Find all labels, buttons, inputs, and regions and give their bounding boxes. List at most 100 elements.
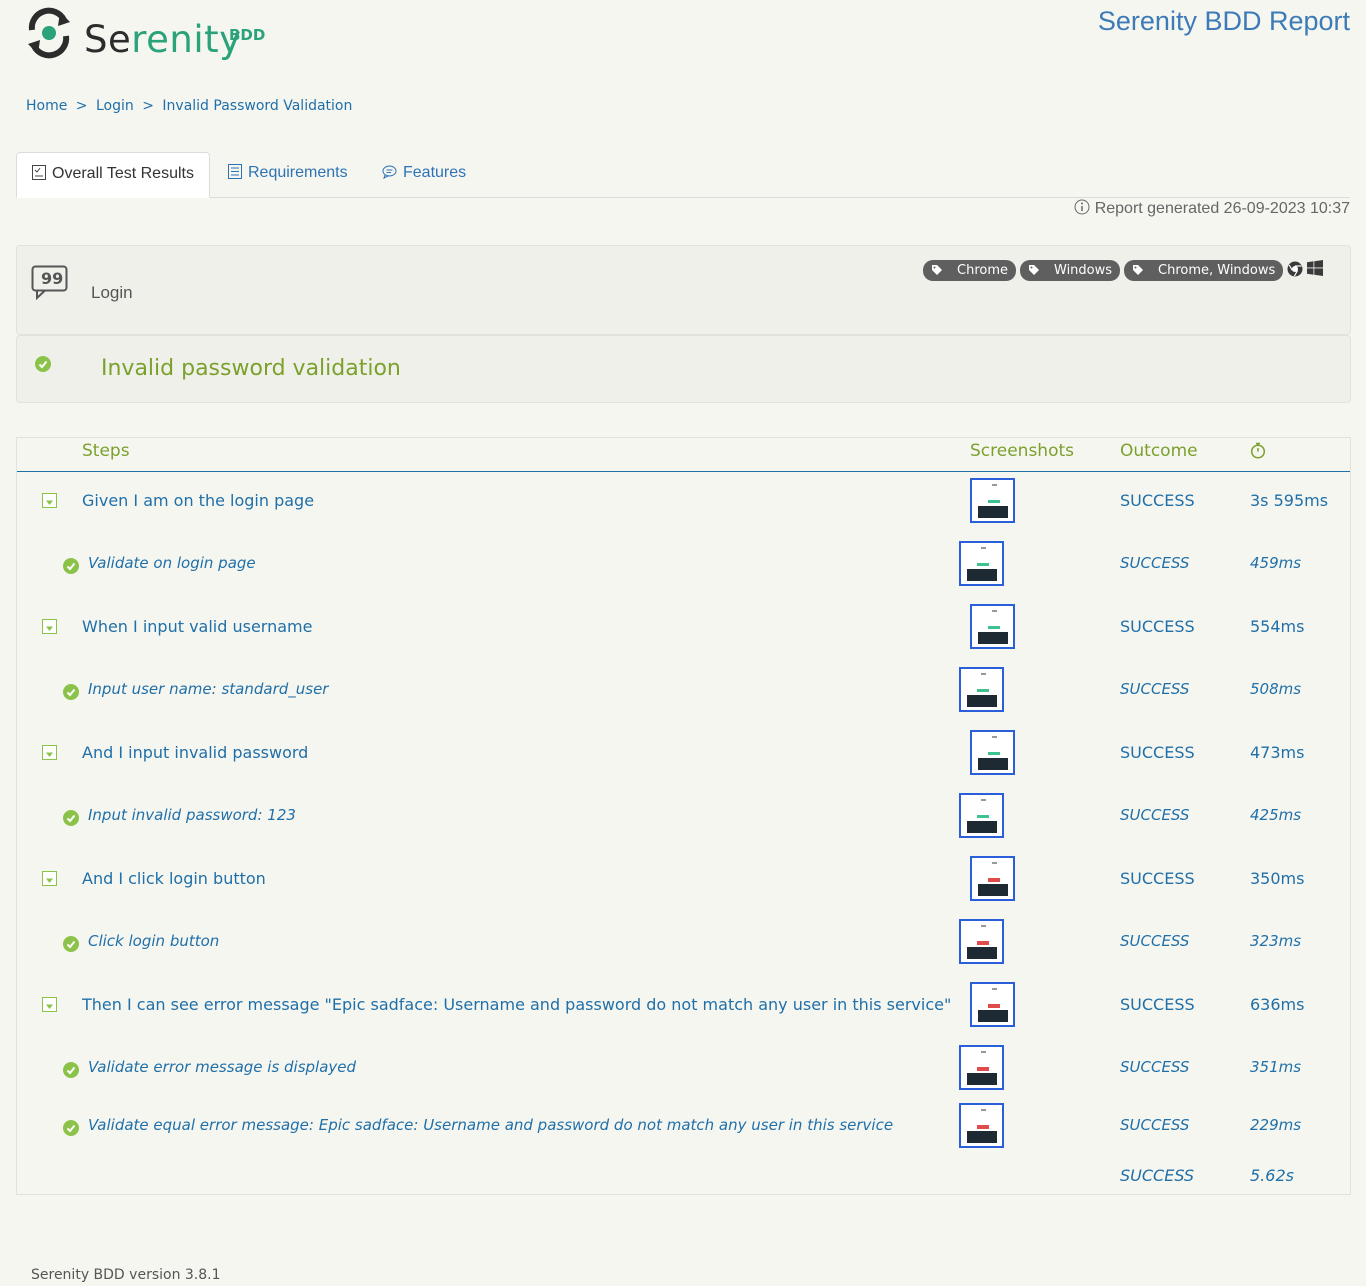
step-duration: 229ms (1250, 1116, 1302, 1134)
logo-badge: BDD (229, 26, 266, 44)
screenshot-thumbnail[interactable] (970, 478, 1015, 523)
tag-icon (932, 265, 942, 275)
step-description: And I click login button (82, 869, 266, 888)
step-outcome: SUCCESS (1120, 617, 1195, 636)
success-check-icon (63, 1120, 79, 1136)
list-icon (228, 164, 242, 179)
step-duration: 508ms (1250, 680, 1302, 698)
screenshot-thumbnail[interactable] (959, 1045, 1004, 1090)
tab-label: Requirements (248, 164, 348, 181)
step-description: Validate equal error message: Epic sadfa… (88, 1116, 894, 1134)
tag-label: Chrome (957, 263, 1008, 278)
tab-overall-test-results[interactable]: Overall Test Results (16, 152, 210, 198)
serenity-logo[interactable]: Serenity BDD (22, 6, 282, 62)
report-generated: Report generated 26-09-2023 10:37 (1074, 199, 1350, 218)
step-outcome: SUCCESS (1120, 680, 1190, 698)
chrome-icon (1287, 261, 1303, 277)
breadcrumb-login[interactable]: Login (96, 98, 134, 114)
step-duration: 3s 595ms (1250, 491, 1329, 510)
success-check-icon (63, 558, 79, 574)
step-duration: 323ms (1250, 932, 1302, 950)
sub-step-row: Validate equal error message: Epic sadfa… (17, 1103, 1350, 1153)
screenshot-thumbnail[interactable] (959, 667, 1004, 712)
step-duration: 350ms (1250, 869, 1305, 888)
step-outcome: SUCCESS (1120, 491, 1195, 510)
step-row: And I input invalid password SUCCESS 473ms (17, 730, 1350, 780)
tag-label: Windows (1054, 263, 1113, 278)
step-outcome: SUCCESS (1120, 806, 1190, 824)
step-duration: 459ms (1250, 554, 1302, 572)
feature-name[interactable]: Login (91, 283, 133, 303)
tab-label: Overall Test Results (52, 165, 194, 182)
screenshot-thumbnail[interactable] (970, 730, 1015, 775)
step-outcome: SUCCESS (1120, 1116, 1190, 1134)
screenshot-thumbnail[interactable] (959, 1103, 1004, 1148)
sub-step-row: Validate on login page SUCCESS 459ms (17, 541, 1350, 591)
step-row: Given I am on the login page SUCCESS 3s 59… (17, 478, 1350, 528)
step-row: When I input valid username SUCCESS 554ms (17, 604, 1350, 654)
step-outcome: SUCCESS (1120, 743, 1195, 762)
screenshot-thumbnail[interactable] (970, 856, 1015, 901)
tag-icon (1029, 265, 1039, 275)
comment-icon (382, 165, 397, 179)
step-duration: 425ms (1250, 806, 1302, 824)
expand-toggle-icon[interactable] (42, 745, 57, 760)
breadcrumb: Home > Login > Invalid Password Validati… (26, 98, 356, 114)
tag-icon (1133, 265, 1143, 275)
step-description: Validate error message is displayed (88, 1058, 357, 1076)
total-duration: 5.62s (1250, 1166, 1294, 1185)
report-generated-text: Report generated 26-09-2023 10:37 (1094, 200, 1350, 217)
breadcrumb-current[interactable]: Invalid Password Validation (162, 98, 352, 114)
screenshot-thumbnail[interactable] (970, 982, 1015, 1027)
expand-toggle-icon[interactable] (42, 493, 57, 508)
screenshot-thumbnail[interactable] (970, 604, 1015, 649)
feature-panel: 99 Login Chrome Windows Chrome, Windows (16, 245, 1351, 335)
screenshot-thumbnail[interactable] (959, 793, 1004, 838)
sub-step-row: Validate error message is displayed SUCCE… (17, 1045, 1350, 1095)
windows-icon (1307, 260, 1323, 276)
sub-step-row: Input user name: standard_user SUCCESS 508… (17, 667, 1350, 717)
success-check-icon (63, 684, 79, 700)
total-row: SUCCESS 5.62s (17, 1166, 1350, 1190)
step-duration: 554ms (1250, 617, 1305, 636)
screenshot-thumbnail[interactable] (959, 919, 1004, 964)
screenshot-thumbnail[interactable] (959, 541, 1004, 586)
scenario-panel: Invalid password validation (16, 335, 1351, 403)
tab-requirements[interactable]: Requirements (228, 152, 348, 196)
scenario-title: Invalid password validation (101, 356, 401, 381)
step-row: And I click login button SUCCESS 350ms (17, 856, 1350, 906)
breadcrumb-home[interactable]: Home (26, 98, 67, 114)
step-description: When I input valid username (82, 617, 313, 636)
breadcrumb-separator: > (142, 98, 154, 114)
tag-chrome-windows[interactable]: Chrome, Windows (1124, 260, 1284, 281)
tag-windows[interactable]: Windows (1020, 260, 1121, 281)
step-outcome: SUCCESS (1120, 995, 1195, 1014)
report-title: Serenity BDD Report (1097, 6, 1350, 36)
sub-step-row: Input invalid password: 123 SUCCESS 425ms (17, 793, 1350, 843)
footer-version: Serenity BDD version 3.8.1 (31, 1267, 221, 1283)
tag-chrome[interactable]: Chrome (923, 260, 1016, 281)
screenshots-column-header: Screenshots (970, 441, 1075, 461)
success-check-icon (35, 356, 51, 372)
steps-column-header: Steps (82, 441, 130, 461)
step-duration: 351ms (1250, 1058, 1302, 1076)
tag-label: Chrome, Windows (1158, 263, 1276, 278)
step-outcome: SUCCESS (1120, 932, 1190, 950)
tab-features[interactable]: Features (382, 152, 466, 196)
step-outcome: SUCCESS (1120, 869, 1195, 888)
expand-toggle-icon[interactable] (42, 997, 57, 1012)
step-duration: 636ms (1250, 995, 1305, 1014)
success-check-icon (63, 936, 79, 952)
info-icon (1074, 199, 1090, 215)
step-description: Input invalid password: 123 (88, 806, 296, 824)
steps-table-header: Steps Screenshots Outcome (17, 438, 1350, 472)
step-description: Given I am on the login page (82, 491, 315, 510)
tab-label: Features (403, 164, 467, 181)
outcome-column-header: Outcome (1120, 441, 1198, 461)
expand-toggle-icon[interactable] (42, 871, 57, 886)
sub-step-row: Click login button SUCCESS 323ms (17, 919, 1350, 969)
report-tabs: Overall Test Results Requirements Featur… (16, 152, 1350, 198)
expand-toggle-icon[interactable] (42, 619, 57, 634)
serenity-logo-icon (28, 7, 70, 59)
total-outcome: SUCCESS (1120, 1166, 1195, 1185)
